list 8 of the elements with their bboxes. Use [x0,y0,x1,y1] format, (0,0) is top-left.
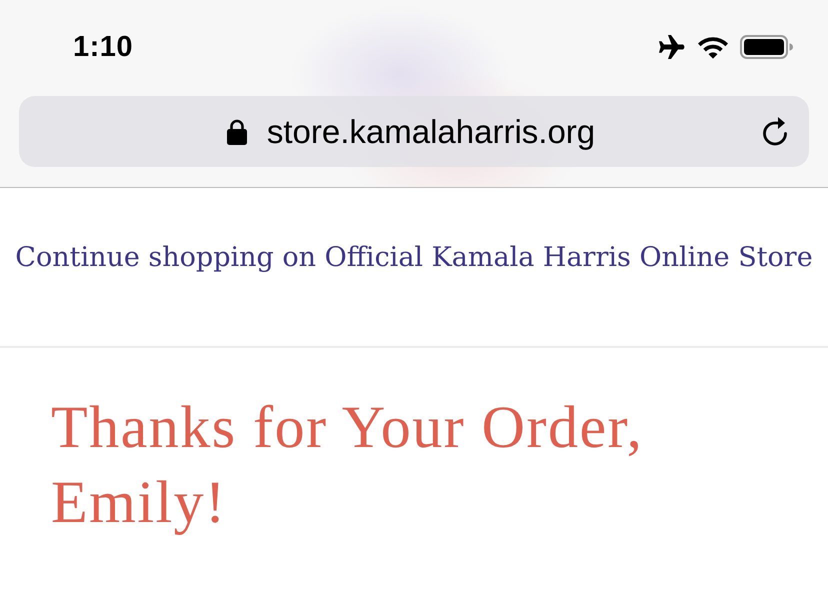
address-bar[interactable]: store.kamalaharris.org [19,96,809,167]
wifi-icon [697,35,729,59]
battery-icon [740,35,793,59]
url-text: store.kamalaharris.org [266,112,596,150]
thank-you-heading: Thanks for Your Order, Emily! [51,393,644,537]
status-time: 1:10 [73,30,134,64]
airplane-icon [656,35,686,59]
continue-shopping-link[interactable]: Continue shopping on Official Kamala Harris Online Store [15,242,813,272]
